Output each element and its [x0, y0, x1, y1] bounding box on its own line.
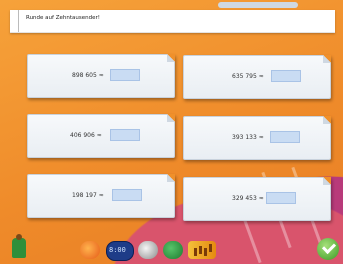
- paper-curl: [18, 10, 27, 32]
- exercise-card-4: 393 133 ≈: [183, 116, 331, 160]
- checkmark-icon-button[interactable]: [317, 238, 339, 260]
- answer-field[interactable]: [266, 192, 296, 204]
- gauge-icon-button[interactable]: [138, 241, 158, 259]
- exercise-card-6: 329 453 ≈: [183, 177, 331, 221]
- pin-icon[interactable]: [12, 234, 26, 258]
- exercise-expression: 198 197 ≈: [72, 192, 104, 199]
- exercise-card-1: 898 605 ≈: [27, 54, 175, 98]
- exercise-expression: 898 605 ≈: [72, 72, 104, 79]
- answer-field[interactable]: [270, 131, 300, 143]
- exercise-card-3: 406 906 ≈: [27, 114, 175, 158]
- task-title: Runde auf Zehntausender!: [26, 15, 100, 21]
- cone-icon-button[interactable]: [80, 241, 100, 259]
- exercise-card-5: 198 197 ≈: [27, 174, 175, 218]
- clock-display-button[interactable]: 8:00: [106, 241, 134, 261]
- exercise-expression: 393 133 ≈: [232, 134, 264, 141]
- top-tab: [218, 2, 298, 8]
- exercise-expression: 329 453 ≈: [232, 195, 264, 202]
- green-helper-icon-button[interactable]: [163, 241, 183, 259]
- answer-field[interactable]: [110, 69, 140, 81]
- exercise-card-2: 635 795 ≈: [183, 55, 331, 99]
- clock-display-text: 8:00: [109, 246, 126, 254]
- exercise-expression: 406 906 ≈: [70, 132, 102, 139]
- bar-chart-icon-button[interactable]: [188, 241, 216, 259]
- answer-field[interactable]: [271, 70, 301, 82]
- answer-field[interactable]: [112, 189, 142, 201]
- exercise-expression: 635 795 ≈: [232, 73, 264, 80]
- answer-field[interactable]: [110, 129, 140, 141]
- task-banner: Runde auf Zehntausender!: [10, 10, 335, 33]
